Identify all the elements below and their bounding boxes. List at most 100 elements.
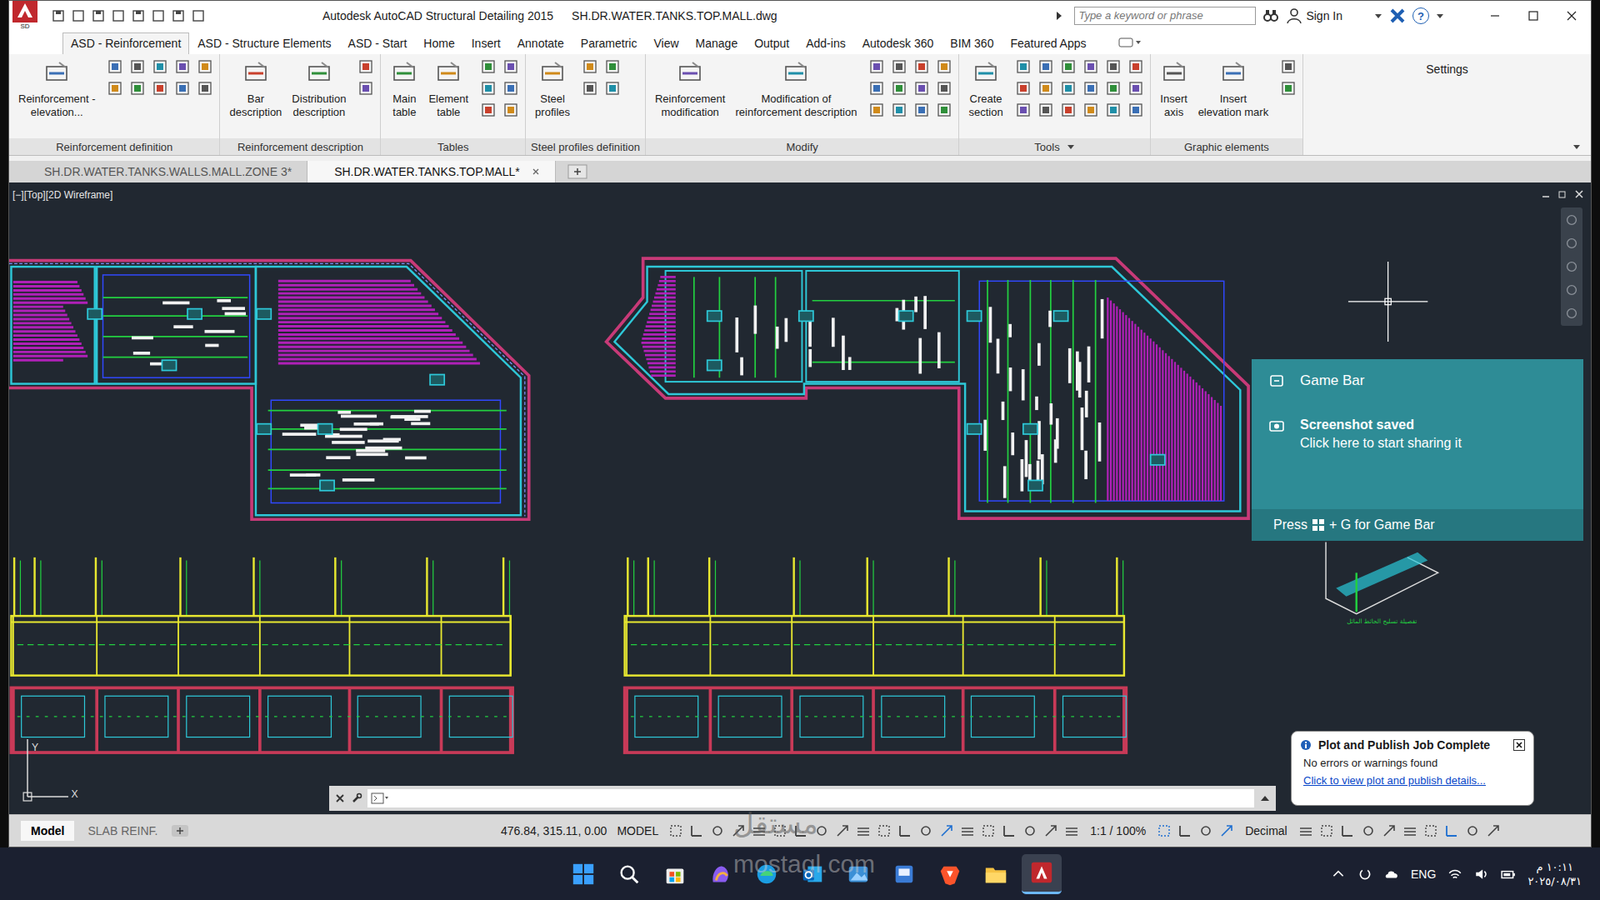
quick-access-icon[interactable] — [130, 8, 146, 24]
close-command-icon[interactable] — [334, 792, 346, 805]
status-toggle-icon[interactable] — [855, 823, 871, 839]
layout-tab[interactable]: Model — [20, 820, 75, 841]
annotation-scale[interactable]: 1:1 / 100% — [1085, 824, 1151, 838]
small-tool-icon[interactable] — [1060, 80, 1076, 96]
small-tool-icon[interactable] — [197, 80, 213, 96]
small-tool-icon[interactable] — [152, 80, 168, 96]
ribbon-button[interactable]: Distributiondescription — [289, 59, 349, 120]
small-tool-icon[interactable] — [107, 59, 123, 75]
navigation-icon[interactable] — [1564, 305, 1580, 321]
sign-in-button[interactable]: Sign In — [1285, 7, 1368, 25]
small-tool-icon[interactable] — [869, 59, 885, 75]
ribbon-button[interactable]: Modification ofreinforcement description — [732, 59, 860, 120]
command-input[interactable] — [367, 789, 1255, 808]
coordinates[interactable]: 476.84, 315.11, 0.00 — [495, 824, 612, 838]
small-tool-icon[interactable] — [605, 59, 620, 75]
ribbon-button[interactable]: Maintable — [387, 59, 421, 120]
taskbar-app[interactable] — [975, 854, 1016, 895]
small-tool-icon[interactable] — [914, 59, 930, 75]
show-hidden-icons-icon[interactable] — [1330, 866, 1346, 882]
status-toggle-icon[interactable] — [1001, 823, 1017, 839]
close-balloon-icon[interactable] — [1513, 739, 1525, 751]
application-menu-button[interactable]: SD — [9, 0, 41, 31]
exchange-apps-icon[interactable] — [1389, 7, 1406, 25]
small-tool-icon[interactable] — [480, 102, 496, 118]
help-button[interactable]: ? — [1412, 7, 1430, 25]
small-tool-icon[interactable] — [936, 80, 952, 96]
maximize-icon[interactable] — [1514, 3, 1553, 29]
status-toggle-icon[interactable] — [1198, 823, 1214, 839]
taskbar-app[interactable] — [700, 854, 741, 895]
ribbon-tab[interactable]: Output — [745, 32, 798, 55]
taskbar-app[interactable] — [792, 854, 833, 895]
status-toggle-icon[interactable] — [1340, 823, 1355, 839]
close-tab-icon[interactable] — [531, 167, 540, 176]
ribbon-button[interactable]: Elementtable — [425, 59, 471, 120]
small-tool-icon[interactable] — [503, 59, 519, 75]
model-space-toggle[interactable]: MODEL — [611, 824, 664, 838]
navigation-bar[interactable] — [1560, 207, 1583, 326]
status-toggle-icon[interactable] — [1064, 823, 1080, 839]
panel-menu-icon[interactable] — [1066, 142, 1075, 151]
status-toggle-icon[interactable] — [918, 823, 934, 839]
ribbon-button[interactable]: Reinforcementmodification — [652, 59, 729, 120]
game-bar-notification[interactable]: Game BarScreenshot savedClick here to st… — [1251, 359, 1584, 541]
ribbon-tab[interactable]: Featured Apps — [1001, 32, 1095, 55]
settings-button[interactable]: Settings — [1425, 62, 1469, 76]
small-tool-icon[interactable] — [175, 80, 190, 96]
sync-icon[interactable] — [1357, 866, 1373, 882]
ribbon-button[interactable]: Insertaxis — [1157, 59, 1191, 120]
small-tool-icon[interactable] — [936, 102, 952, 118]
account-menu-icon[interactable] — [1374, 11, 1383, 20]
cloud-icon[interactable] — [1384, 866, 1400, 882]
status-toggle-icon[interactable] — [689, 823, 705, 839]
taskbar-app[interactable] — [1021, 854, 1062, 895]
volume-icon[interactable] — [1474, 866, 1490, 882]
small-tool-icon[interactable] — [869, 102, 885, 118]
file-tab[interactable]: SH.DR.WATER.TANKS.WALLS.MALL.ZONE 3* — [17, 160, 308, 183]
small-tool-icon[interactable] — [891, 102, 907, 118]
status-toggle-icon[interactable] — [1485, 823, 1501, 839]
layout-tab[interactable]: SLAB REINF. — [77, 820, 168, 841]
status-toggle-icon[interactable] — [1319, 823, 1335, 839]
small-tool-icon[interactable] — [1128, 80, 1144, 96]
status-toggle-icon[interactable] — [1402, 823, 1418, 839]
minimize-icon[interactable] — [1475, 3, 1515, 29]
status-toggle-icon[interactable] — [1022, 823, 1038, 839]
ribbon-tab[interactable]: Annotate — [509, 32, 573, 55]
clock[interactable]: ١٠:١١ م٢٠٢٥/٠٨/٣١ — [1527, 860, 1582, 889]
small-tool-icon[interactable] — [1015, 59, 1031, 75]
file-tab[interactable]: SH.DR.WATER.TANKS.TOP.MALL* — [307, 160, 556, 183]
small-tool-icon[interactable] — [1083, 59, 1099, 75]
small-tool-icon[interactable] — [152, 59, 168, 75]
small-tool-icon[interactable] — [891, 80, 907, 96]
small-tool-icon[interactable] — [1128, 102, 1144, 118]
small-tool-icon[interactable] — [1280, 59, 1296, 75]
status-toggle-icon[interactable] — [814, 823, 830, 839]
small-tool-icon[interactable] — [1083, 80, 1099, 96]
battery-icon[interactable] — [1500, 866, 1516, 882]
viewport-minimize-icon[interactable] — [1540, 189, 1551, 200]
small-tool-icon[interactable] — [1015, 102, 1031, 118]
status-toggle-icon[interactable] — [1043, 823, 1059, 839]
small-tool-icon[interactable] — [503, 80, 519, 96]
small-tool-icon[interactable] — [914, 80, 930, 96]
small-tool-icon[interactable] — [358, 59, 374, 75]
ribbon-tab[interactable]: BIM 360 — [941, 32, 1002, 55]
small-tool-icon[interactable] — [1083, 102, 1099, 118]
quick-access-icon[interactable] — [170, 8, 186, 24]
small-tool-icon[interactable] — [582, 59, 598, 75]
search-field[interactable]: Type a keyword or phrase — [1074, 6, 1256, 25]
quick-access-icon[interactable] — [190, 8, 206, 24]
status-toggle-icon[interactable] — [1465, 823, 1480, 839]
small-tool-icon[interactable] — [1060, 59, 1076, 75]
small-tool-icon[interactable] — [197, 59, 213, 75]
ribbon-tab[interactable]: Insert — [463, 32, 510, 55]
ribbon-button[interactable]: Steelprofiles — [532, 59, 573, 120]
small-tool-icon[interactable] — [1105, 102, 1121, 118]
status-toggle-icon[interactable] — [939, 823, 955, 839]
ribbon-tab[interactable]: ASD - Start — [340, 32, 416, 55]
wrench-icon[interactable] — [350, 792, 363, 805]
status-toggle-icon[interactable] — [793, 823, 809, 839]
viewport-close-icon[interactable] — [1574, 189, 1585, 200]
